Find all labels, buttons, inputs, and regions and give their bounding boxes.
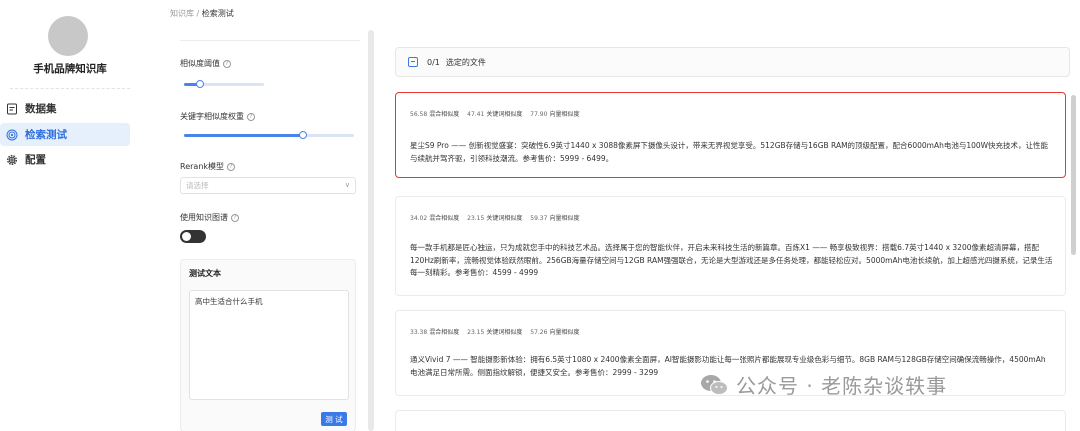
selection-count: 0/1 <box>427 57 440 67</box>
avatar <box>48 16 88 56</box>
hybrid-score: 56.58 <box>410 111 428 118</box>
vector-score: 77.90 <box>530 111 548 118</box>
vector-score-label: 向量相似度 <box>549 111 580 118</box>
score-line: 56.58 混合相似度 47.41 关键词相似度 77.90 向量相似度 <box>410 109 585 118</box>
sidebar: 手机品牌知识库 数据集 检索测试 配置 <box>0 0 140 431</box>
sidebar-item-dataset[interactable]: 数据集 <box>0 97 130 120</box>
result-card[interactable] <box>395 410 1066 431</box>
score-line: 33.38 混合相似度 23.15 关键词相似度 57.26 向量相似度 <box>410 327 585 336</box>
hybrid-score: 34.02 <box>410 215 428 222</box>
vector-score-label: 向量相似度 <box>549 215 580 222</box>
help-icon[interactable]: ? <box>223 59 231 68</box>
test-text-title: 测试文本 <box>189 269 221 278</box>
slider-fill <box>184 134 303 137</box>
sidebar-item-label: 检索测试 <box>25 129 67 141</box>
rerank-text: Rerank模型 <box>180 162 225 171</box>
keyword-weight-slider[interactable] <box>184 131 354 139</box>
hybrid-score-label: 混合相似度 <box>429 111 460 118</box>
score-line: 34.02 混合相似度 23.15 关键词相似度 59.37 向量相似度 <box>410 213 585 222</box>
target-icon <box>6 129 18 140</box>
help-icon[interactable]: ? <box>247 112 255 121</box>
keyword-score-label: 关键词相似度 <box>486 215 523 222</box>
similarity-threshold-slider[interactable] <box>184 80 264 88</box>
breadcrumb-root[interactable]: 知识库 <box>170 9 194 18</box>
knowledge-graph-text: 使用知识图谱 <box>180 213 228 222</box>
result-content: 星尘S9 Pro —— 创新视觉盛宴：突破性6.9英寸1440 x 3088像素… <box>410 141 1049 163</box>
selection-label: 选定的文件 <box>445 57 486 67</box>
chevron-down-icon: ∨ <box>344 181 350 189</box>
watermark: 公众号 · 老陈杂谈轶事 <box>700 370 947 399</box>
slider-handle[interactable] <box>196 80 204 88</box>
indeterminate-checkbox-icon[interactable] <box>408 57 418 67</box>
result-card[interactable]: 56.58 混合相似度 47.41 关键词相似度 77.90 向量相似度 星尘S9 P… <box>395 92 1066 178</box>
file-icon <box>7 103 17 114</box>
breadcrumb: 知识库 / 检索测试 <box>170 8 234 19</box>
rerank-select[interactable]: 请选择 ∨ <box>180 177 356 194</box>
keyword-score: 47.41 <box>467 111 485 118</box>
vector-score-label: 向量相似度 <box>549 329 580 336</box>
rerank-label: Rerank模型 ? <box>180 161 236 172</box>
help-icon[interactable]: ? <box>231 213 239 222</box>
slider-handle[interactable] <box>299 131 307 139</box>
similarity-threshold-text: 相似度阈值 <box>180 59 220 68</box>
result-card[interactable]: 34.02 混合相似度 23.15 关键词相似度 59.37 向量相似度 每一款手机都… <box>395 196 1066 296</box>
breadcrumb-current: 检索测试 <box>201 9 234 18</box>
sidebar-item-label: 配置 <box>25 154 46 166</box>
breadcrumb-separator: / <box>196 9 200 18</box>
knowledge-graph-toggle[interactable] <box>180 230 206 243</box>
test-text-panel: 测试文本 高中生适合什么手机 测 试 <box>180 259 356 431</box>
watermark-text: 公众号 · 老陈杂谈轶事 <box>736 374 948 398</box>
keyword-weight-label: 关键字相似度权重 ? <box>180 111 255 122</box>
sidebar-item-label: 数据集 <box>25 103 57 115</box>
keyword-score: 23.15 <box>467 215 485 222</box>
help-icon[interactable]: ? <box>227 162 236 171</box>
keyword-score-label: 关键词相似度 <box>486 329 523 336</box>
hybrid-score: 33.38 <box>410 329 428 336</box>
keyword-weight-text: 关键字相似度权重 <box>180 112 244 121</box>
keyword-score-label: 关键词相似度 <box>486 111 523 118</box>
rerank-placeholder: 请选择 <box>186 181 209 190</box>
vector-score: 59.37 <box>530 215 548 222</box>
vector-score: 57.26 <box>530 329 548 336</box>
gear-icon <box>6 154 18 165</box>
test-text-input[interactable]: 高中生适合什么手机 <box>189 290 349 400</box>
sidebar-divider <box>10 88 130 89</box>
test-button[interactable]: 测 试 <box>321 412 347 426</box>
similarity-threshold-label: 相似度阈值 ? <box>180 58 231 69</box>
file-selection-bar[interactable]: 0/1 选定的文件 <box>395 47 1070 77</box>
keyword-score: 23.15 <box>467 329 485 336</box>
toggle-knob <box>182 232 191 241</box>
app-window: 手机品牌知识库 数据集 检索测试 配置 知识库 / 检索测试 相似度阈值 ? 关… <box>0 0 1080 431</box>
result-content: 每一款手机都是匠心独运，只为成就您手中的科技艺术品。选择属于您的智能伙伴，开启未… <box>410 243 1053 277</box>
hybrid-score-label: 混合相似度 <box>429 215 460 222</box>
sidebar-item-retrieval-test[interactable]: 检索测试 <box>0 123 130 146</box>
settings-panel: 相似度阈值 ? 关键字相似度权重 ? Rerank模型 ? 请选择 ∨ 使用知识… <box>180 40 360 431</box>
knowledge-base-name: 手机品牌知识库 <box>33 63 107 75</box>
hybrid-score-label: 混合相似度 <box>429 329 460 336</box>
wechat-icon <box>701 374 728 395</box>
sidebar-item-config[interactable]: 配置 <box>0 148 130 171</box>
results-scrollbar[interactable] <box>1071 95 1076 255</box>
panel-scrollbar[interactable] <box>368 30 374 431</box>
knowledge-graph-label: 使用知识图谱 ? <box>180 212 239 223</box>
